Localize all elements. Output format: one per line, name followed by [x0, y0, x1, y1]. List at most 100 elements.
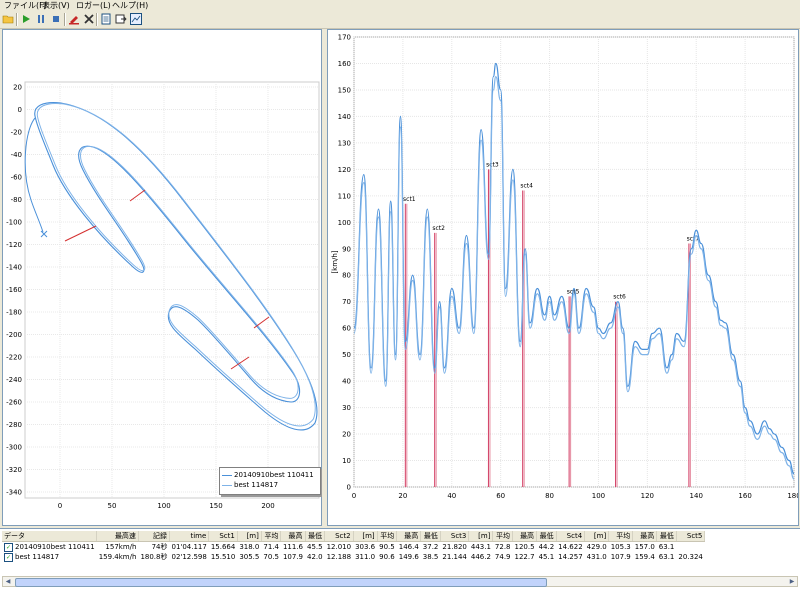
column-header[interactable]: 最高速 — [96, 531, 139, 542]
column-header[interactable]: 平均 — [492, 531, 514, 542]
column-header[interactable]: 平均 — [261, 531, 282, 542]
y-tick-label: -20 — [11, 129, 22, 137]
table-cell: 431.0 — [586, 553, 607, 561]
marker-icon[interactable] — [68, 13, 80, 25]
x-tick-label: 100 — [592, 492, 605, 500]
column-header[interactable]: [m] — [353, 531, 378, 542]
column-header[interactable]: 記録 — [138, 531, 170, 542]
column-header[interactable]: 最高 — [280, 531, 306, 542]
table-cell: 21.144 — [442, 553, 467, 561]
y-tick-label: -320 — [6, 466, 22, 474]
menu-help[interactable]: ヘルプ(H) — [110, 0, 150, 11]
table-cell: 105.3 — [610, 543, 631, 551]
table-cell: 74秒 — [151, 543, 168, 551]
x-tick-label: 160 — [738, 492, 751, 500]
y-tick-label: 50 — [342, 351, 351, 359]
y-tick-label: -220 — [6, 354, 22, 362]
table-row[interactable]: ✓ 20140910best 110411 157km/h 74秒 01'04.117 1… — [2, 542, 705, 553]
row-checkbox[interactable]: ✓ — [4, 552, 13, 562]
table-cell: 14.622 — [558, 543, 583, 551]
column-header[interactable]: 最高 — [512, 531, 538, 542]
column-header[interactable]: 最高 — [396, 531, 422, 542]
column-header[interactable]: 最低 — [420, 531, 441, 542]
scroll-left-icon[interactable]: ◀ — [3, 577, 13, 586]
table-row[interactable]: ✓ best 114817 159.4km/h 180.8秒 02'12.598 15.5… — [2, 552, 705, 562]
table-cell: 159.4 — [634, 553, 655, 561]
export-icon[interactable] — [115, 13, 127, 25]
open-folder-icon[interactable] — [2, 13, 14, 25]
x-tick-label: 0 — [58, 502, 62, 510]
x-tick-label: 120 — [641, 492, 654, 500]
legend-item: 20140910best 110411 — [222, 470, 314, 480]
column-header[interactable]: [m] — [468, 531, 494, 542]
x-tick-label: 40 — [447, 492, 456, 500]
track-map-panel[interactable]: 20 0 -20 -40 -60 -80 -100 -120 -140 -160 -180 -200-… — [2, 29, 322, 526]
x-tick-label: 0 — [352, 492, 356, 500]
y-tick-label: 0 — [18, 106, 22, 114]
pause-icon[interactable] — [35, 13, 47, 25]
column-header[interactable]: 平均 — [377, 531, 398, 542]
column-header[interactable]: [m] — [237, 531, 262, 542]
table-cell: 443.1 — [470, 543, 491, 551]
y-tick-label: -120 — [6, 241, 22, 249]
sector-marker-label: sct6 — [613, 294, 626, 301]
y-tick-label: -60 — [11, 174, 22, 182]
column-header[interactable]: Sct1 — [208, 531, 238, 542]
table-cell: 157km/h — [105, 543, 137, 551]
y-axis-label: [km/h] — [331, 250, 339, 273]
toolbar — [0, 11, 800, 29]
column-header[interactable]: Sct5 — [676, 531, 706, 542]
scroll-right-icon[interactable]: ▶ — [787, 577, 797, 586]
menu-view[interactable]: 表示(V) — [40, 0, 72, 11]
sector-marker-label: sct1 — [403, 196, 416, 203]
data-name-cell: ✓ best 114817 — [4, 552, 60, 562]
table-cell: 70.5 — [263, 553, 279, 561]
sector-marker-label: sct3 — [486, 161, 499, 168]
column-header[interactable]: 最低 — [536, 531, 557, 542]
column-header[interactable]: 最高 — [632, 531, 658, 542]
y-tick-label: -140 — [6, 264, 22, 272]
table-cell: 120.5 — [514, 543, 535, 551]
report-icon[interactable] — [100, 13, 112, 25]
column-header[interactable]: Sct3 — [440, 531, 470, 542]
stop-icon[interactable] — [50, 13, 62, 25]
y-tick-label: 80 — [342, 272, 351, 280]
chart-icon[interactable] — [130, 13, 142, 25]
column-header[interactable]: 最低 — [305, 531, 326, 542]
x-tick-label: 20 — [398, 492, 407, 500]
sector-marker-label: sct2 — [432, 225, 445, 232]
table-cell: 20.324 — [678, 553, 703, 561]
table-cell: 303.6 — [355, 543, 376, 551]
table-cell: 71.4 — [263, 543, 279, 551]
y-tick-label: 40 — [342, 378, 351, 386]
column-header[interactable]: データ — [2, 531, 98, 542]
column-header[interactable]: 最低 — [656, 531, 677, 542]
play-icon[interactable] — [20, 13, 32, 25]
y-tick-label: 100 — [338, 219, 351, 227]
y-tick-label: 30 — [342, 404, 351, 412]
row-checkbox[interactable]: ✓ — [4, 542, 13, 552]
x-tick-label: 100 — [157, 502, 170, 510]
table-cell: 74.9 — [494, 553, 511, 561]
column-header[interactable]: 平均 — [608, 531, 634, 542]
scrollbar-thumb[interactable] — [15, 578, 547, 587]
track-legend: 20140910best 110411 best 114817 — [219, 467, 321, 495]
column-header[interactable]: [m] — [584, 531, 610, 542]
y-tick-label: -180 — [6, 309, 22, 317]
table-cell: 63.1 — [658, 553, 675, 561]
y-tick-label: 130 — [338, 139, 351, 147]
horizontal-scrollbar[interactable]: ◀ ▶ — [2, 576, 798, 587]
column-header[interactable]: time — [169, 531, 210, 542]
table-cell: 157.0 — [634, 543, 655, 551]
table-cell: 01'04.117 — [171, 543, 207, 551]
sector-marker-label: sct4 — [520, 183, 533, 190]
delete-icon[interactable] — [83, 13, 95, 25]
column-header[interactable]: Sct4 — [556, 531, 586, 542]
speed-chart-panel[interactable]: 0 10 20 30 40 50 60 70 80 90 100 110 120 130 140 150 160… — [327, 29, 800, 526]
table-cell: 72.8 — [494, 543, 511, 551]
y-tick-label: -260 — [6, 399, 22, 407]
menu-logger[interactable]: ロガー(L) — [74, 0, 113, 11]
y-tick-label: 60 — [342, 325, 351, 333]
column-header[interactable]: Sct2 — [324, 531, 354, 542]
table-cell: 45.1 — [538, 553, 555, 561]
